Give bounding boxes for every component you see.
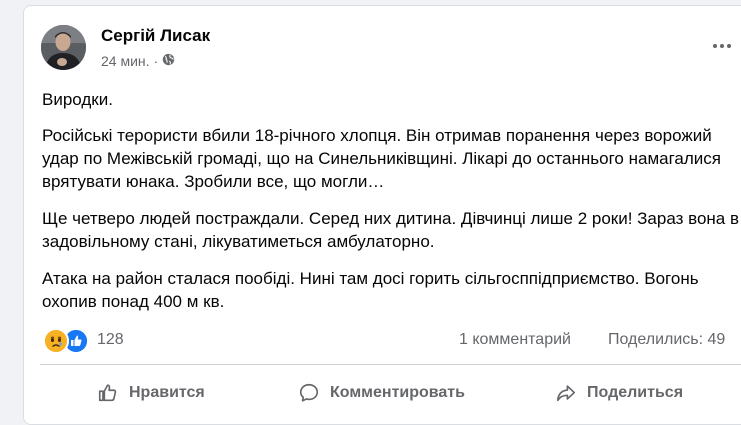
share-button[interactable]: Поделиться — [555, 375, 683, 411]
author-name[interactable]: Сергій Лисак — [101, 26, 210, 46]
post-paragraph: Виродки. — [42, 90, 113, 109]
shares-count-link[interactable]: Поделились: 49 — [608, 331, 725, 349]
thumbs-up-icon — [97, 382, 119, 404]
post-text: Виродки. Російські терористи вбили 18-рі… — [42, 88, 741, 327]
post-card: Сергій Лисак 24 мин. · Виродки. Російськ… — [23, 5, 741, 425]
post-paragraph: Ще четверо людей постраждали. Серед них … — [42, 209, 740, 251]
post-time[interactable]: 24 мин. — [101, 53, 150, 69]
avatar[interactable] — [41, 25, 86, 70]
like-label: Нравится — [129, 384, 205, 401]
comment-icon — [298, 382, 320, 404]
share-icon — [555, 382, 577, 404]
comment-button[interactable]: Комментировать — [298, 375, 465, 411]
globe-icon[interactable] — [162, 53, 175, 69]
comments-count-link[interactable]: 1 комментарий — [459, 331, 571, 349]
reaction-count: 128 — [97, 331, 124, 348]
post-paragraph: Атака на район сталася пообіді. Нині там… — [42, 269, 699, 311]
like-button[interactable]: Нравится — [97, 375, 205, 411]
post-meta: 24 мин. · — [101, 53, 175, 69]
comment-label: Комментировать — [330, 384, 465, 401]
reactions-summary[interactable]: 128 — [43, 328, 124, 354]
more-options-button[interactable] — [707, 36, 737, 56]
sad-reaction-icon — [43, 328, 69, 354]
post-paragraph: Російські терористи вбили 18-річного хло… — [42, 126, 721, 191]
divider — [40, 364, 741, 365]
share-label: Поделиться — [587, 384, 684, 401]
